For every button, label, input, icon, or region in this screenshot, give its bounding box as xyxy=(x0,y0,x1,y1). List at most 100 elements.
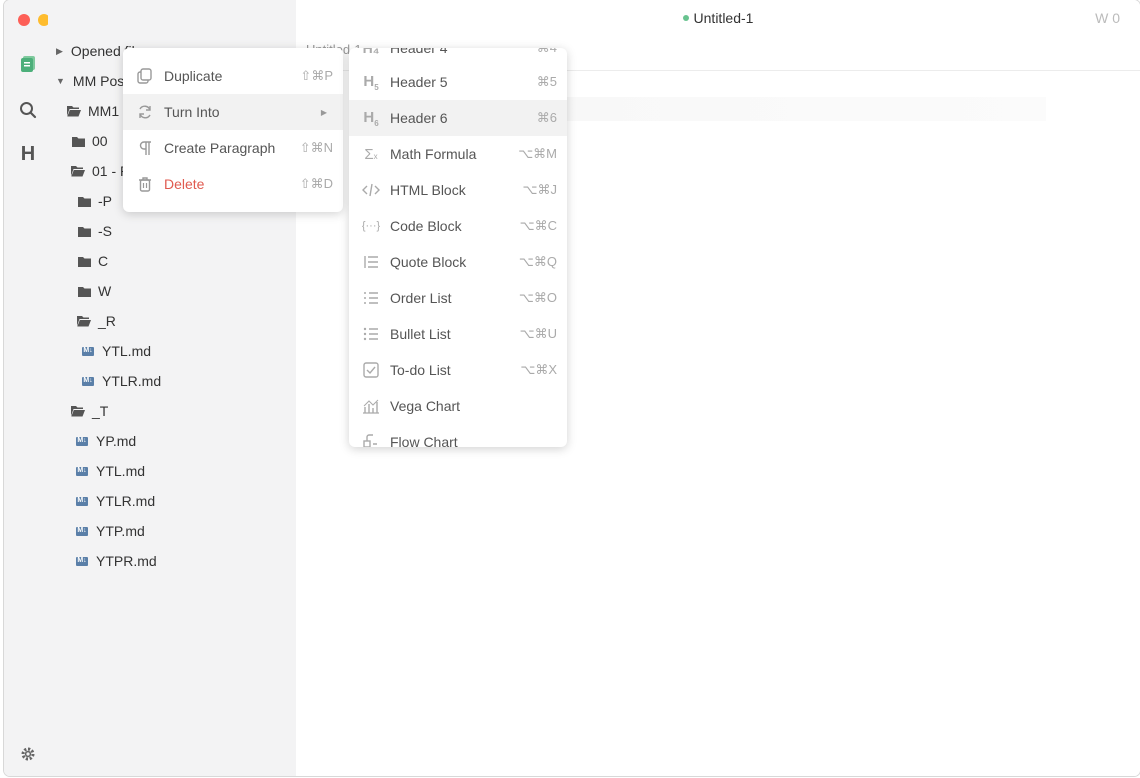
submenu-item-label: Flow Chart xyxy=(390,434,458,447)
markdown-badge: M↓ xyxy=(76,496,88,506)
folder-item[interactable]: -S xyxy=(76,220,112,242)
file-item[interactable]: M↓ YTLR.md xyxy=(74,490,155,512)
folder-open-icon xyxy=(70,405,86,417)
markdown-file-icon: M↓ xyxy=(80,376,96,386)
headings-icon[interactable]: H xyxy=(16,142,40,166)
submenu-item-label: Vega Chart xyxy=(390,398,461,414)
submenu-item-label: Math Formula xyxy=(390,146,477,162)
file-label: YTL.md xyxy=(102,343,152,359)
submenu-item-label: Quote Block xyxy=(390,254,467,270)
markdown-file-icon: M↓ xyxy=(74,466,90,476)
files-icon[interactable] xyxy=(16,52,40,76)
submenu-item-label: To-do List xyxy=(390,362,451,378)
submenu-item-label: Code Block xyxy=(390,218,462,234)
folder-item[interactable]: 01 - R xyxy=(70,160,130,182)
folder-item[interactable]: MM1 xyxy=(66,100,119,122)
project-section[interactable]: ▼ MM Post xyxy=(56,70,128,92)
saved-status-dot xyxy=(682,15,689,21)
submenu-item-math-formula[interactable]: Σx Math Formula ⌥⌘M xyxy=(349,136,567,172)
markdown-badge: M↓ xyxy=(76,466,88,476)
flow-chart-icon xyxy=(361,432,381,447)
folder-item[interactable]: 00 xyxy=(70,130,108,152)
submenu-item-shortcut: ⌥⌘C xyxy=(519,218,557,233)
word-count[interactable]: W 0 xyxy=(1095,10,1120,26)
delete-label: Delete xyxy=(164,176,205,192)
folder-item[interactable]: _T xyxy=(70,400,108,422)
math-icon: Σx xyxy=(364,145,378,163)
create-paragraph-label: Create Paragraph xyxy=(164,140,276,156)
file-item[interactable]: M↓ YTL.md xyxy=(80,340,151,362)
code-icon: {···} xyxy=(361,220,381,232)
file-label: YTLR.md xyxy=(96,493,156,509)
project-label: MM Post xyxy=(72,73,129,89)
submenu-item-html-block[interactable]: HTML Block ⌥⌘J xyxy=(349,172,567,208)
submenu-item-shortcut: ⌥⌘M xyxy=(518,146,557,161)
duplicate-label: Duplicate xyxy=(164,68,223,84)
folder-open-icon xyxy=(76,315,92,327)
menu-item-create-paragraph[interactable]: Create Paragraph ⇧⌘N xyxy=(123,130,343,166)
file-item[interactable]: M↓ YTPR.md xyxy=(74,550,157,572)
create-paragraph-shortcut: ⇧⌘N xyxy=(299,140,333,155)
folder-icon xyxy=(76,196,92,207)
submenu-item-shortcut: ⌥⌘Q xyxy=(518,254,557,269)
header-4-label: Header 4 xyxy=(390,48,448,56)
chevron-down-icon: ▼ xyxy=(56,76,65,86)
markdown-file-icon: M↓ xyxy=(80,346,96,356)
folder-label: -P xyxy=(98,193,112,209)
file-item[interactable]: M↓ YTL.md xyxy=(74,460,145,482)
submenu-item-vega-chart[interactable]: Vega Chart xyxy=(349,388,567,424)
activity-bar: H xyxy=(4,0,70,776)
markdown-badge: M↓ xyxy=(76,436,88,446)
submenu-item-order-list[interactable]: Order List ⌥⌘O xyxy=(349,280,567,316)
submenu-item-flow-chart[interactable]: Flow Chart xyxy=(349,424,567,447)
submenu-item-label: Order List xyxy=(390,290,452,306)
window-title: Untitled-1 xyxy=(693,10,754,26)
submenu-item-quote-block[interactable]: Quote Block ⌥⌘Q xyxy=(349,244,567,280)
folder-item[interactable]: _R xyxy=(76,310,116,332)
folder-icon xyxy=(76,286,92,297)
folder-item[interactable]: -P xyxy=(76,190,112,212)
folder-icon xyxy=(76,226,92,237)
folder-item[interactable]: W xyxy=(76,280,111,302)
submenu-arrow-icon: ▶ xyxy=(320,107,327,117)
h5-icon: H5 xyxy=(363,72,379,92)
submenu-item-shortcut: ⌥⌘O xyxy=(518,290,557,305)
submenu-item-bullet-list[interactable]: Bullet List ⌥⌘U xyxy=(349,316,567,352)
folder-label: C xyxy=(98,253,109,269)
submenu-item-shortcut: ⌥⌘J xyxy=(522,182,557,197)
markdown-file-icon: M↓ xyxy=(74,496,90,506)
submenu-item-header-5[interactable]: H5 Header 5 ⌘5 xyxy=(349,64,567,100)
context-menu: Duplicate ⇧⌘P Turn Into ▶ Create Paragra… xyxy=(123,48,343,212)
markdown-file-icon: M↓ xyxy=(74,436,90,446)
file-item[interactable]: M↓ YTP.md xyxy=(74,520,145,542)
submenu-item-shortcut: ⌘5 xyxy=(536,74,557,89)
duplicate-shortcut: ⇧⌘P xyxy=(300,68,333,83)
file-item[interactable]: M↓ YP.md xyxy=(74,430,136,452)
turn-into-label: Turn Into xyxy=(164,104,220,120)
submenu-item-label: Header 5 xyxy=(390,74,448,90)
folder-label: _T xyxy=(92,403,109,419)
search-icon[interactable] xyxy=(16,98,40,122)
menu-item-turn-into[interactable]: Turn Into ▶ xyxy=(123,94,343,130)
markdown-badge: M↓ xyxy=(76,556,88,566)
markdown-file-icon: M↓ xyxy=(74,556,90,566)
folder-label: MM1 xyxy=(88,103,120,119)
h4-icon: H₄ xyxy=(362,48,380,56)
file-item[interactable]: M↓ YTLR.md xyxy=(80,370,161,392)
submenu-item-to-do-list[interactable]: To-do List ⌥⌘X xyxy=(349,352,567,388)
menu-item-delete[interactable]: Delete ⇧⌘D xyxy=(123,166,343,202)
close-window-button[interactable] xyxy=(18,14,30,26)
settings-icon[interactable] xyxy=(16,742,40,766)
file-label: YTP.md xyxy=(96,523,145,539)
markdown-file-icon: M↓ xyxy=(74,526,90,536)
submenu-item-header-6[interactable]: H6 Header 6 ⌘6 xyxy=(349,100,567,136)
vega-chart-icon xyxy=(361,396,381,416)
paragraph-icon xyxy=(135,138,155,158)
folder-label: -S xyxy=(98,223,112,239)
submenu-item-shortcut: ⌥⌘X xyxy=(520,362,557,377)
todo-list-icon xyxy=(361,360,381,380)
html-icon xyxy=(361,180,381,200)
folder-item[interactable]: C xyxy=(76,250,108,272)
menu-item-duplicate[interactable]: Duplicate ⇧⌘P xyxy=(123,58,343,94)
submenu-item-code-block[interactable]: {···} Code Block ⌥⌘C xyxy=(349,208,567,244)
